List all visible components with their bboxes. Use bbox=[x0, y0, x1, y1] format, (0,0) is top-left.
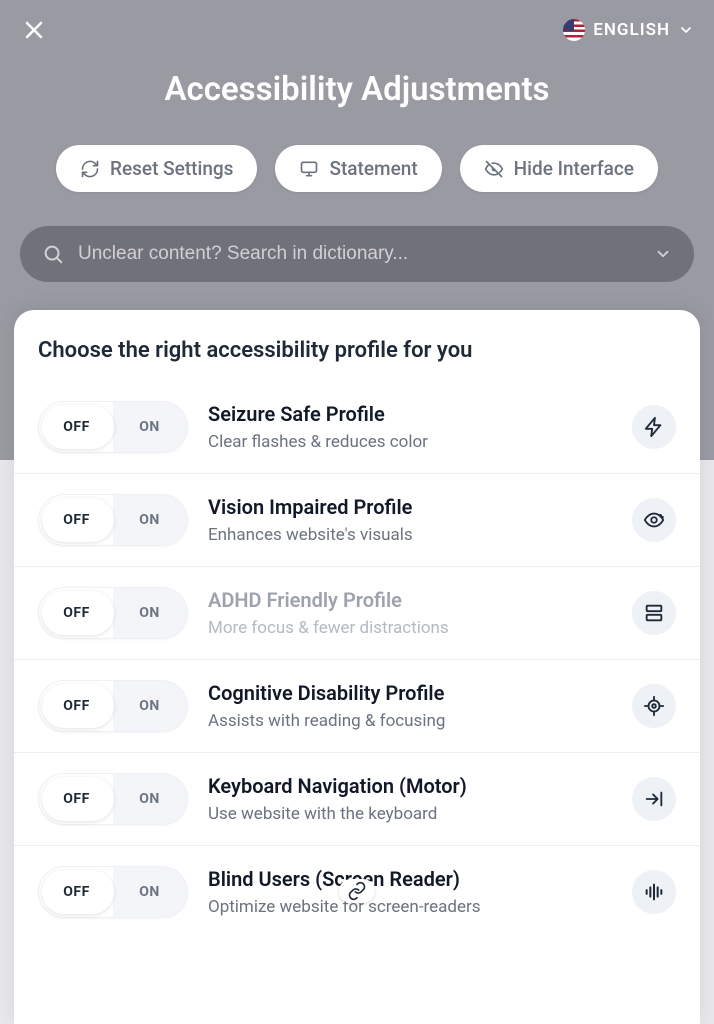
profile-row: OFFON Vision Impaired Profile Enhances web… bbox=[14, 474, 700, 567]
toggle-on-label: ON bbox=[112, 791, 187, 807]
profile-row: OFFON Keyboard Navigation (Motor) Use webs… bbox=[14, 753, 700, 846]
profile-toggle[interactable]: OFFON bbox=[38, 401, 188, 453]
toggle-on-label: ON bbox=[112, 419, 187, 435]
page-title: Accessibility Adjustments bbox=[0, 70, 714, 109]
bolt-icon bbox=[632, 405, 676, 449]
profile-toggle[interactable]: OFFON bbox=[38, 587, 188, 639]
profile-list: OFFONSeizure Safe ProfileClear flashes &… bbox=[14, 381, 700, 938]
statement-label: Statement bbox=[329, 157, 417, 180]
profile-description: Use website with the keyboard bbox=[208, 804, 612, 824]
profile-row: OFFON Seizure Safe Profile Clear flashes &… bbox=[14, 381, 700, 474]
profile-info: ADHD Friendly Profile More focus & fewer … bbox=[208, 588, 612, 638]
profile-toggle[interactable]: OFFON bbox=[38, 680, 188, 732]
profile-toggle[interactable]: OFFON bbox=[38, 494, 188, 546]
profile-row: OFFON Cognitive Disability Profile Assists… bbox=[14, 660, 700, 753]
profile-info: Vision Impaired Profile Enhances website'… bbox=[208, 495, 612, 545]
statement-icon bbox=[299, 159, 319, 179]
close-icon bbox=[22, 18, 46, 42]
profile-description: Clear flashes & reduces color bbox=[208, 432, 612, 452]
split-icon bbox=[632, 591, 676, 635]
profile-description: More focus & fewer distractions bbox=[208, 618, 612, 638]
toggle-on-label: ON bbox=[112, 884, 187, 900]
profile-info: Cognitive Disability Profile Assists with… bbox=[208, 681, 612, 731]
statement-button[interactable]: Statement bbox=[275, 145, 441, 192]
reset-label: Reset Settings bbox=[110, 157, 233, 180]
reset-settings-button[interactable]: Reset Settings bbox=[56, 145, 257, 192]
chevron-down-icon[interactable] bbox=[654, 245, 672, 263]
dictionary-search[interactable] bbox=[20, 226, 694, 282]
hide-icon bbox=[484, 159, 504, 179]
hide-label: Hide Interface bbox=[514, 157, 634, 180]
card-heading: Choose the right accessibility profile f… bbox=[14, 338, 700, 381]
profile-name: Blind Users (Screen Reader) bbox=[208, 867, 612, 891]
toggle-off-label: OFF bbox=[39, 419, 114, 435]
target-icon bbox=[632, 684, 676, 728]
profile-description: Assists with reading & focusing bbox=[208, 711, 612, 731]
language-selector[interactable]: ENGLISH bbox=[563, 19, 694, 41]
profile-row: OFFON Blind Users (Screen Reader) Optimize… bbox=[14, 846, 700, 938]
toggle-on-label: ON bbox=[112, 512, 187, 528]
close-button[interactable] bbox=[20, 16, 48, 44]
hide-interface-button[interactable]: Hide Interface bbox=[460, 145, 658, 192]
profile-toggle[interactable]: OFFON bbox=[38, 866, 188, 918]
toggle-off-label: OFF bbox=[39, 698, 114, 714]
toggle-off-label: OFF bbox=[39, 512, 114, 528]
profile-name: Cognitive Disability Profile bbox=[208, 681, 612, 705]
profiles-card: Choose the right accessibility profile f… bbox=[14, 310, 700, 1024]
toggle-off-label: OFF bbox=[39, 605, 114, 621]
search-icon bbox=[42, 243, 64, 265]
toggle-on-label: ON bbox=[112, 605, 187, 621]
toggle-on-label: ON bbox=[112, 698, 187, 714]
language-label: ENGLISH bbox=[593, 20, 670, 40]
chevron-down-icon bbox=[678, 22, 694, 38]
profile-name: ADHD Friendly Profile bbox=[208, 588, 612, 612]
profile-description: Optimize website for screen-readers bbox=[208, 897, 612, 917]
search-input[interactable] bbox=[78, 243, 640, 265]
tab-icon bbox=[632, 777, 676, 821]
toggle-off-label: OFF bbox=[39, 884, 114, 900]
action-buttons: Reset Settings Statement Hide Interface bbox=[0, 145, 714, 192]
flag-us-icon bbox=[563, 19, 585, 41]
profile-toggle[interactable]: OFFON bbox=[38, 773, 188, 825]
profile-name: Keyboard Navigation (Motor) bbox=[208, 774, 612, 798]
profile-name: Seizure Safe Profile bbox=[208, 402, 612, 426]
profile-info: Keyboard Navigation (Motor) Use website w… bbox=[208, 774, 612, 824]
profile-name: Vision Impaired Profile bbox=[208, 495, 612, 519]
profile-row: OFFON ADHD Friendly Profile More focus & f… bbox=[14, 567, 700, 660]
eye-icon bbox=[632, 498, 676, 542]
audio-icon bbox=[632, 870, 676, 914]
toggle-off-label: OFF bbox=[39, 791, 114, 807]
reset-icon bbox=[80, 159, 100, 179]
profile-description: Enhances website's visuals bbox=[208, 525, 612, 545]
top-bar: ENGLISH bbox=[0, 0, 714, 44]
profile-info: Blind Users (Screen Reader) Optimize webs… bbox=[208, 867, 612, 917]
profile-info: Seizure Safe Profile Clear flashes & redu… bbox=[208, 402, 612, 452]
